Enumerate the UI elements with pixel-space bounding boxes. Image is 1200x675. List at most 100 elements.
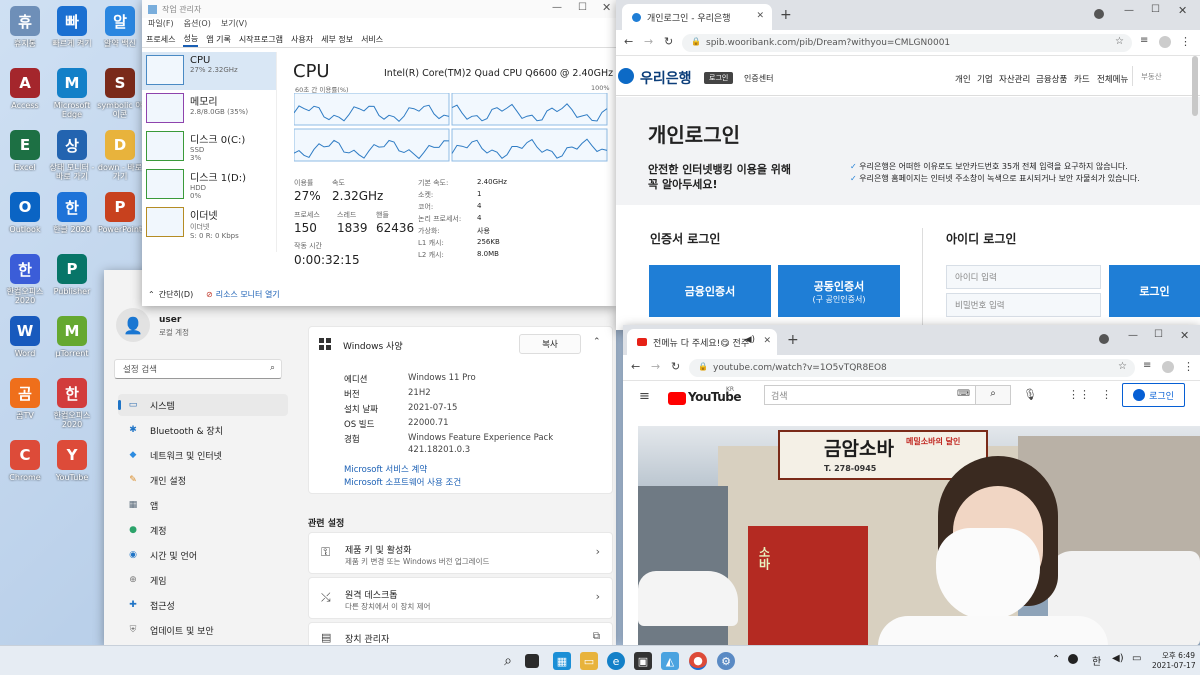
close-button[interactable]: ✕: [1178, 4, 1187, 17]
settings-nav-item[interactable]: ✱ Bluetooth & 장치: [118, 419, 288, 441]
bank-logo[interactable]: 우리은행: [640, 68, 692, 88]
tab-search-icon[interactable]: [1094, 9, 1104, 19]
tray-chevron-icon[interactable]: ⌃: [1052, 654, 1060, 665]
perf-item[interactable]: 이더넷 이더넷 S: 0 R: 0 Kbps: [142, 204, 276, 242]
back-icon[interactable]: ←: [631, 360, 640, 373]
product-key-card[interactable]: ⚿ 제품 키 및 활성화 제품 키 변경 또는 Windows 버전 업그레이드…: [308, 532, 613, 574]
desktop-icon[interactable]: E Excel: [0, 130, 50, 172]
reading-list-icon[interactable]: ≡: [1140, 35, 1148, 46]
desktop-icon[interactable]: W Word: [0, 316, 50, 358]
minimize-button[interactable]: —: [552, 2, 562, 13]
profile-icon[interactable]: [1159, 36, 1171, 48]
settings-nav-item[interactable]: ◆ 네트워크 및 인터넷: [118, 444, 288, 466]
microphone-icon[interactable]: 🎙: [1023, 388, 1037, 401]
star-icon[interactable]: ☆: [1115, 36, 1124, 47]
desktop-icon[interactable]: 곰 곰TV: [0, 378, 50, 420]
reading-list-icon[interactable]: ≡: [1143, 360, 1151, 371]
widgets-icon[interactable]: ▦: [553, 652, 571, 670]
tab-5[interactable]: 세부 정보: [321, 34, 353, 45]
edge-icon[interactable]: e: [607, 652, 625, 670]
perf-item[interactable]: 메모리 2.8/8.0GB (35%): [142, 90, 276, 128]
hamburger-icon[interactable]: ≡: [639, 389, 650, 404]
financial-cert-button[interactable]: 금융인증서: [649, 265, 771, 317]
maximize-button[interactable]: ☐: [1154, 329, 1163, 340]
settings-nav-item[interactable]: ● 계정: [118, 519, 288, 541]
perf-item[interactable]: 디스크 0(C:) SSD 3%: [142, 128, 276, 166]
reload-icon[interactable]: ↻: [671, 360, 680, 373]
tab-4[interactable]: 사용자: [291, 34, 313, 45]
desktop-icon[interactable]: 한 한컴오피스 2020: [0, 254, 50, 305]
bank-nav-item[interactable]: 금융상품: [1036, 73, 1067, 85]
apps-grid-icon[interactable]: ⋮⋮: [1068, 388, 1090, 401]
desktop-icon[interactable]: M Microsoft Edge: [47, 68, 97, 119]
ms-software-license-link[interactable]: Microsoft 소프트웨어 사용 조건: [344, 476, 461, 488]
desktop-icon[interactable]: 빠 빠르게 켜기: [47, 6, 97, 48]
task-view-icon[interactable]: [525, 654, 539, 668]
desktop-icon[interactable]: C Chrome: [0, 440, 50, 482]
close-tab-icon[interactable]: ✕: [756, 11, 764, 21]
tab-3[interactable]: 시작프로그램: [239, 34, 283, 45]
user-avatar[interactable]: 👤: [116, 308, 150, 342]
device-manager-card[interactable]: ▤ 장치 관리자 ⧉: [308, 622, 613, 645]
settings-dots-icon[interactable]: ⋮: [1101, 388, 1112, 401]
maximize-button[interactable]: ☐: [578, 2, 587, 13]
settings-nav-item[interactable]: ⊕ 게임: [118, 569, 288, 591]
settings-nav-item[interactable]: ⛨ 업데이트 및 보안: [118, 619, 288, 641]
youtube-search-input[interactable]: 검색 ⌨: [764, 385, 976, 405]
bank-nav-item[interactable]: 카드: [1074, 73, 1090, 85]
clock-date[interactable]: 2021-07-17: [1152, 661, 1196, 670]
bank-nav-item[interactable]: 개인: [955, 73, 971, 85]
copy-button[interactable]: 복사: [519, 334, 581, 354]
scrollbar[interactable]: [1192, 56, 1198, 116]
new-tab-button[interactable]: +: [787, 332, 799, 348]
menu-icon[interactable]: ⋮: [1180, 35, 1191, 48]
chrome-icon[interactable]: ●: [689, 652, 707, 670]
resource-monitor-link[interactable]: ⊘ 리소스 모니터 열기: [206, 289, 280, 300]
tab-6[interactable]: 서비스: [361, 34, 383, 45]
ime-language[interactable]: 한: [1092, 653, 1101, 668]
star-icon[interactable]: ☆: [1118, 361, 1127, 372]
search-icon[interactable]: ⌕: [270, 363, 275, 373]
clock-time[interactable]: 오후 6:49: [1162, 650, 1195, 661]
settings-search-input[interactable]: 설정 검색 ⌕: [114, 359, 282, 379]
bank-address-bar[interactable]: 🔒 spib.wooribank.com/pib/Dream?withyou=C…: [682, 34, 1132, 52]
menu-item[interactable]: 옵션(O): [184, 18, 211, 32]
reload-icon[interactable]: ↻: [664, 35, 673, 48]
tray-app-icon[interactable]: [1068, 654, 1078, 664]
desktop-icon[interactable]: O Outlook: [0, 192, 50, 234]
desktop-icon[interactable]: 알 알약 백신: [95, 6, 145, 48]
back-icon[interactable]: ←: [624, 35, 633, 48]
minimize-button[interactable]: —: [1124, 5, 1134, 16]
close-button[interactable]: ✕: [1180, 329, 1189, 342]
keyboard-icon[interactable]: ⌨: [957, 389, 970, 399]
close-tab-icon[interactable]: ✕: [763, 336, 771, 346]
desktop-icon[interactable]: ΜµTorrent: [47, 316, 97, 358]
youtube-search-button[interactable]: ⌕: [976, 385, 1011, 405]
menu-icon[interactable]: ⋮: [1183, 360, 1194, 373]
desktop-icon[interactable]: 한 한컴오피스 2020: [47, 378, 97, 429]
tab-0[interactable]: 프로세스: [146, 34, 175, 45]
store-icon[interactable]: ▣: [634, 652, 652, 670]
remote-desktop-card[interactable]: ⤯ 원격 데스크톱 다른 장치에서 이 장치 제어 ›: [308, 577, 613, 619]
cert-center-link[interactable]: 인증센터: [744, 73, 773, 84]
bank-tab[interactable]: 개인로그인 - 우리은행 ✕: [622, 4, 772, 30]
perf-item[interactable]: 디스크 1(D:) HDD 0%: [142, 166, 276, 204]
bank-search-input[interactable]: 부동산: [1132, 66, 1200, 86]
close-button[interactable]: ✕: [602, 1, 611, 14]
youtube-address-bar[interactable]: 🔒 youtube.com/watch?v=1O5vTQR8EO8 ☆: [689, 359, 1135, 377]
volume-icon[interactable]: ◀): [1112, 653, 1124, 664]
maximize-button[interactable]: ☐: [1151, 4, 1160, 15]
desktop-icon[interactable]: 상 상태 모니터 - 바로 가기: [47, 130, 97, 181]
id-login-button[interactable]: 로그인: [1109, 265, 1200, 317]
settings-gear-icon[interactable]: ⚙: [717, 652, 735, 670]
photos-icon[interactable]: ◭: [661, 652, 679, 670]
desktop-icon[interactable]: Ssymbolic 아이콘: [95, 68, 145, 119]
audio-icon[interactable]: ◀): [745, 335, 755, 345]
desktop-icon[interactable]: Y YouTube: [47, 440, 97, 482]
tab-1[interactable]: 성능: [183, 33, 199, 47]
desktop-icon[interactable]: 휴 휴지통: [0, 6, 50, 48]
file-explorer-icon[interactable]: ▭: [580, 652, 598, 670]
search-icon[interactable]: ⌕: [499, 652, 517, 670]
menu-item[interactable]: 파일(F): [148, 18, 174, 32]
youtube-tab[interactable]: 전메뉴 다 주세요!😋 전주여 ◀) ✕: [627, 329, 777, 355]
